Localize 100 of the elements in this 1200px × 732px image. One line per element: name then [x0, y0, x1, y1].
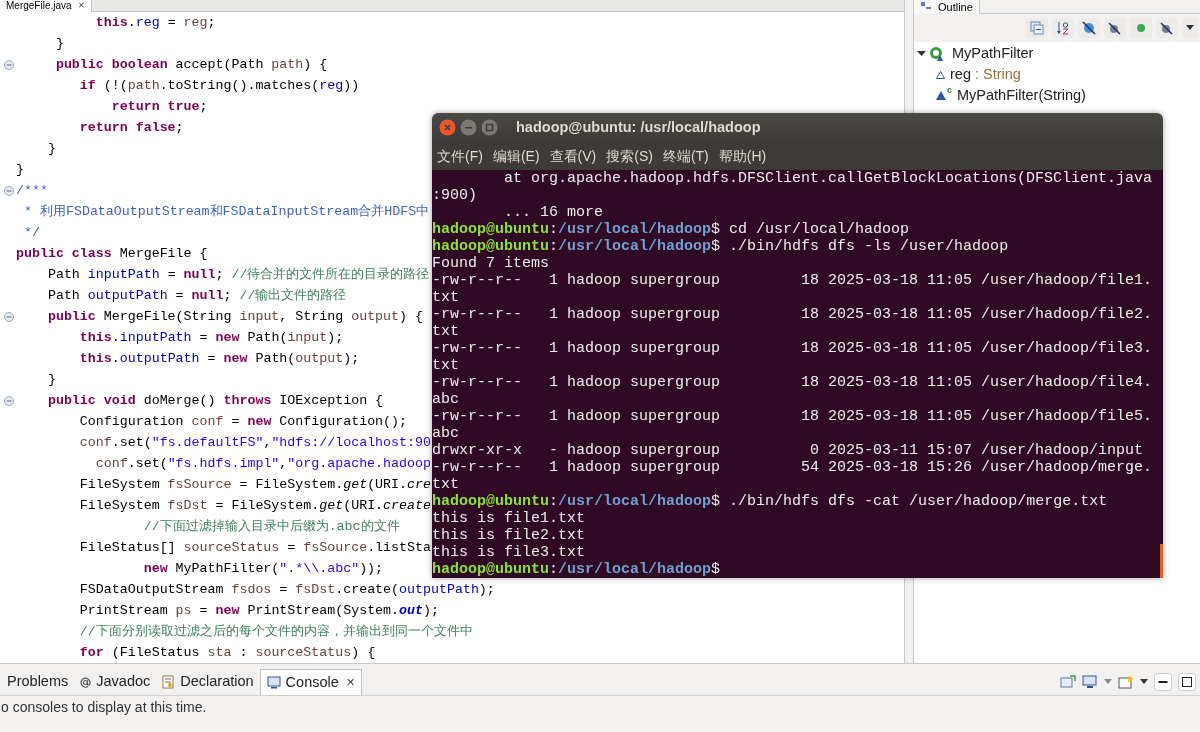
- code-line: public MergeFile(String input, String output) {: [46, 308, 423, 326]
- hide-local-types-icon[interactable]: [1156, 18, 1178, 38]
- terminal-line: hadoop@ubuntu:/usr/local/hadoop$ ./bin/hdfs dfs -cat /user/hadoop/merge.txt: [432, 493, 1108, 510]
- code-line: //下面过滤掉输入目录中后缀为.abc的文件: [142, 518, 400, 536]
- terminal-line: Found 7 items: [432, 255, 550, 272]
- class-icon: [929, 45, 945, 62]
- menu-item[interactable]: 终端(T): [659, 145, 712, 167]
- menu-item[interactable]: 帮助(H): [715, 145, 770, 167]
- close-icon[interactable]: ✕: [77, 0, 85, 12]
- code-line: FileStatus[] sourceStatus = fsSource.listSta: [78, 539, 431, 557]
- console-message: o consoles to display at this time.: [1, 697, 207, 717]
- terminal-line: ... 16 more: [503, 204, 604, 221]
- terminal-line: hadoop@ubuntu:/usr/local/hadoop$ ./bin/hdfs dfs -ls /user/hadoop: [432, 238, 1009, 255]
- collapse-icon[interactable]: [4, 185, 14, 196]
- code-line: Configuration conf = new Configuration();: [78, 413, 408, 431]
- terminal-line: drwxr-xr-x - hadoop supergroup 0 2025-03-11 15:07 /user/hadoop/input: [432, 442, 1144, 459]
- code-line: Path inputPath = null; //待合并的文件所在的目录的路径: [46, 266, 430, 284]
- sort-icon[interactable]: [1052, 18, 1074, 38]
- constructor-icon: [936, 91, 946, 100]
- tree-item[interactable]: reg : String: [950, 63, 1021, 86]
- document-icon: [162, 675, 176, 689]
- code-line: FileSystem fsDst = FileSystem.get(URI.create: [78, 497, 431, 515]
- code-line: */: [22, 224, 40, 242]
- terminal-line: -rw-r--r-- 1 hadoop supergroup 18 2025-03-18 11:05 /user/hadoop/file4.: [432, 374, 1153, 391]
- hide-static-icon[interactable]: [1104, 18, 1126, 38]
- monitor-icon: [266, 676, 281, 689]
- scrollbar-thumb[interactable]: [1160, 544, 1163, 578]
- collapse-icon[interactable]: [4, 395, 14, 406]
- terminal-line: abc: [432, 391, 459, 408]
- field-icon: [936, 70, 945, 79]
- terminal-line: this is file1.txt: [432, 510, 586, 527]
- panel-tab[interactable]: Problems: [7, 669, 75, 695]
- code-line: public class MergeFile {: [16, 245, 208, 263]
- tree-item[interactable]: MyPathFilter(String): [957, 84, 1086, 107]
- code-line: * 利用FSDataOutputStream和FSDataInputStream合并HDFS中: [22, 203, 430, 221]
- terminal-line: -rw-r--r-- 1 hadoop supergroup 54 2025-03-18 15:26 /user/hadoop/merge.: [432, 459, 1153, 476]
- maximize-button[interactable]: [1178, 673, 1196, 691]
- code-line: return true;: [110, 98, 208, 116]
- code-line: for (FileStatus sta : sourceStatus) {: [78, 644, 376, 662]
- new-console-icon[interactable]: [1118, 674, 1134, 690]
- outline-tab[interactable]: Outline: [914, 0, 980, 14]
- minimize-button[interactable]: [1154, 673, 1172, 691]
- code-line: public boolean accept(Path path) {: [54, 56, 328, 74]
- code-line: FSDataOutputStream fsdos = fsDst.create(outputPath);: [78, 581, 495, 599]
- terminal-line: -rw-r--r-- 1 hadoop supergroup 18 2025-03-18 11:05 /user/hadoop/file5.: [432, 408, 1153, 425]
- code-line: this.reg = reg;: [94, 14, 216, 32]
- pin-console-icon[interactable]: [1060, 675, 1076, 689]
- terminal-line: -rw-r--r-- 1 hadoop supergroup 18 2025-03-18 11:05 /user/hadoop/file3.: [432, 340, 1153, 357]
- terminal-line: txt: [432, 323, 459, 340]
- terminal-line: this is file3.txt: [432, 544, 586, 561]
- code-line: /***: [16, 182, 48, 200]
- menu-item[interactable]: 搜索(S): [603, 145, 656, 167]
- code-line: if (!(path.toString().matches(reg)): [78, 77, 360, 95]
- code-line: this.inputPath = new Path(input);: [78, 329, 344, 347]
- code-line: //下面分别读取过滤之后的每个文件的内容，并输出到同一个文件中: [78, 623, 473, 641]
- tree-item[interactable]: MyPathFilter: [952, 42, 1034, 65]
- tab-label: Outline: [938, 0, 973, 14]
- terminal-line: txt: [432, 289, 459, 306]
- code-line: conf.set("fs.defaultFS","hdfs://localhost:90: [78, 434, 431, 452]
- close-button[interactable]: [439, 119, 456, 136]
- panel-tab[interactable]: Declaration: [156, 669, 260, 695]
- code-line: conf.set("fs.hdfs.impl","org.apache.hadoop: [94, 455, 431, 473]
- terminal-line: hadoop@ubuntu:/usr/local/hadoop$ cd /usr/local/hadoop: [432, 221, 910, 238]
- code-line: this.outputPath = new Path(output);: [78, 350, 360, 368]
- terminal-line: -rw-r--r-- 1 hadoop supergroup 18 2025-03-18 11:05 /user/hadoop/file1.: [432, 272, 1153, 289]
- terminal-line: :900): [432, 187, 477, 204]
- terminal-line: this is file2.txt: [432, 527, 586, 544]
- tab-label: MergeFile.java: [6, 0, 72, 12]
- code-line: public void doMerge() throws IOException {: [46, 392, 384, 410]
- editor-tab[interactable]: MergeFile.java ✕: [0, 0, 92, 12]
- terminal-line: txt: [432, 357, 459, 374]
- hide-fields-icon[interactable]: [1078, 18, 1100, 38]
- terminal-line: txt: [432, 476, 459, 493]
- code-line: }: [46, 140, 56, 158]
- code-line: new MyPathFilter(".*\\.abc"));: [142, 560, 384, 578]
- terminal-line: hadoop@ubuntu:/usr/local/hadoop$: [432, 561, 721, 578]
- panel-tab[interactable]: Javadoc: [74, 669, 157, 695]
- window-title: hadoop@ubuntu: /usr/local/hadoop: [516, 117, 761, 137]
- terminal-line: abc: [432, 425, 459, 442]
- code-line: FileSystem fsSource = FileSystem.get(URI.cre: [78, 476, 431, 494]
- close-icon[interactable]: ✕: [345, 674, 355, 691]
- menu-item[interactable]: 查看(V): [546, 145, 600, 167]
- code-line: }: [46, 371, 56, 389]
- terminal-line: -rw-r--r-- 1 hadoop supergroup 18 2025-03-18 11:05 /user/hadoop/file2.: [432, 306, 1153, 323]
- code-line: return false;: [78, 119, 184, 137]
- panel-tab[interactable]: Console ✕: [259, 669, 362, 695]
- menu-icon[interactable]: [1182, 18, 1198, 38]
- collapse-icon[interactable]: [4, 311, 14, 322]
- at-sign-icon: [80, 676, 92, 688]
- menu-item[interactable]: 编辑(E): [489, 145, 543, 167]
- code-line: Path outputPath = null; //输出文件的路径: [46, 287, 347, 305]
- code-line: }: [16, 161, 24, 179]
- tree-toggle-icon[interactable]: [917, 49, 926, 58]
- menu-item[interactable]: 文件(F): [434, 145, 486, 167]
- code-line: PrintStream ps = new PrintStream(System.out);: [78, 602, 439, 620]
- collapse-icon[interactable]: [4, 59, 14, 70]
- code-line: }: [54, 35, 64, 53]
- dropdown-icon[interactable]: [1140, 679, 1148, 685]
- superscript-letter: c: [947, 83, 952, 97]
- monitor-icon[interactable]: [1082, 675, 1098, 689]
